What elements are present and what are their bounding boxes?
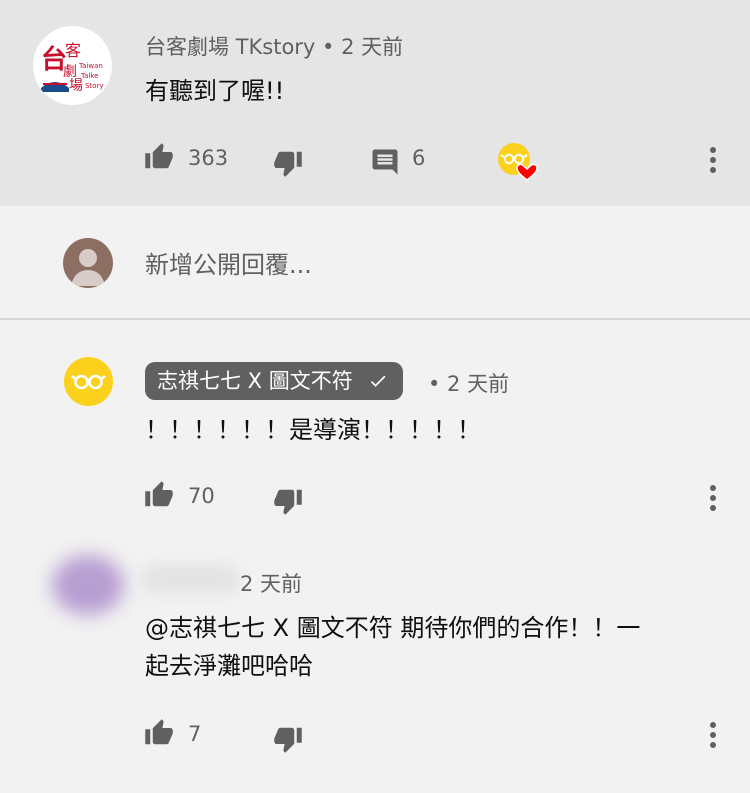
user-avatar bbox=[63, 238, 113, 288]
comment-author[interactable]: 台客劇場 TKstory bbox=[145, 35, 315, 59]
like-count: 363 bbox=[188, 146, 229, 170]
creator-heart bbox=[497, 142, 539, 184]
thumbs-up-icon bbox=[145, 719, 173, 745]
svg-text:場: 場 bbox=[69, 78, 83, 94]
svg-text:Story: Story bbox=[85, 82, 104, 90]
comment-text: 有聽到了喔!! bbox=[145, 77, 285, 105]
reply-button[interactable] bbox=[370, 147, 400, 181]
more-options-button[interactable] bbox=[703, 145, 723, 179]
svg-text:Taiwan: Taiwan bbox=[78, 62, 103, 70]
thumbs-down-icon bbox=[274, 489, 302, 515]
channel-avatar-zhiqi[interactable] bbox=[64, 357, 113, 406]
like-count: 7 bbox=[188, 722, 202, 746]
creator-badge[interactable]: 志祺七七 X 圖文不符 bbox=[145, 362, 404, 400]
tkstory-logo-icon: 台 客 劇 場 Taiwan Talke Story bbox=[41, 41, 104, 94]
more-vert-icon bbox=[710, 722, 716, 748]
more-options-button[interactable] bbox=[703, 720, 723, 754]
thumbs-down-icon bbox=[274, 727, 302, 753]
svg-text:Talke: Talke bbox=[80, 72, 98, 80]
more-vert-icon bbox=[710, 485, 716, 511]
verified-check-icon bbox=[371, 375, 386, 387]
thumbs-up-icon bbox=[145, 143, 173, 169]
thumbs-up-icon bbox=[145, 481, 173, 507]
reply-text: ！！！！！！是導演！！！！！ bbox=[145, 416, 481, 444]
blurred-username[interactable] bbox=[140, 564, 240, 594]
dislike-button[interactable] bbox=[272, 724, 304, 758]
creator-heart-icon bbox=[498, 143, 538, 181]
reply-text-line: 起去淨灘吧哈哈 bbox=[145, 652, 313, 680]
dislike-button[interactable] bbox=[272, 148, 304, 182]
more-options-button[interactable] bbox=[703, 483, 723, 517]
dislike-button[interactable] bbox=[272, 486, 304, 520]
svg-text:客: 客 bbox=[65, 41, 81, 60]
reply-text: @志祺七七 X 圖文不符 期待你們的合作！！一 起去淨灘吧哈哈 bbox=[145, 609, 725, 685]
channel-avatar-tkstory[interactable]: 台 客 劇 場 Taiwan Talke Story bbox=[33, 26, 112, 105]
reply-time: 2 天前 bbox=[240, 572, 303, 596]
divider bbox=[0, 318, 750, 320]
user-avatar-blurred[interactable] bbox=[52, 555, 124, 615]
reply-text-line: @志祺七七 X 圖文不符 期待你們的合作！！一 bbox=[145, 614, 641, 642]
more-vert-icon bbox=[710, 147, 716, 173]
glasses-icon bbox=[71, 374, 106, 390]
comment-meta: 台客劇場 TKstory • 2 天前 bbox=[145, 31, 403, 61]
comment-time: • 2 天前 bbox=[322, 35, 404, 59]
reply-time: • 2 天前 bbox=[428, 372, 510, 396]
like-button[interactable] bbox=[143, 480, 175, 514]
reply-input[interactable]: 新增公開回覆... bbox=[145, 246, 312, 284]
reply-count: 6 bbox=[412, 146, 426, 170]
like-count: 70 bbox=[188, 484, 215, 508]
like-button[interactable] bbox=[143, 142, 175, 176]
like-button[interactable] bbox=[143, 718, 175, 752]
default-user-icon bbox=[71, 249, 105, 286]
comment-icon bbox=[372, 149, 398, 175]
thumbs-down-icon bbox=[274, 151, 302, 177]
reply-author: 志祺七七 X 圖文不符 bbox=[157, 369, 353, 393]
